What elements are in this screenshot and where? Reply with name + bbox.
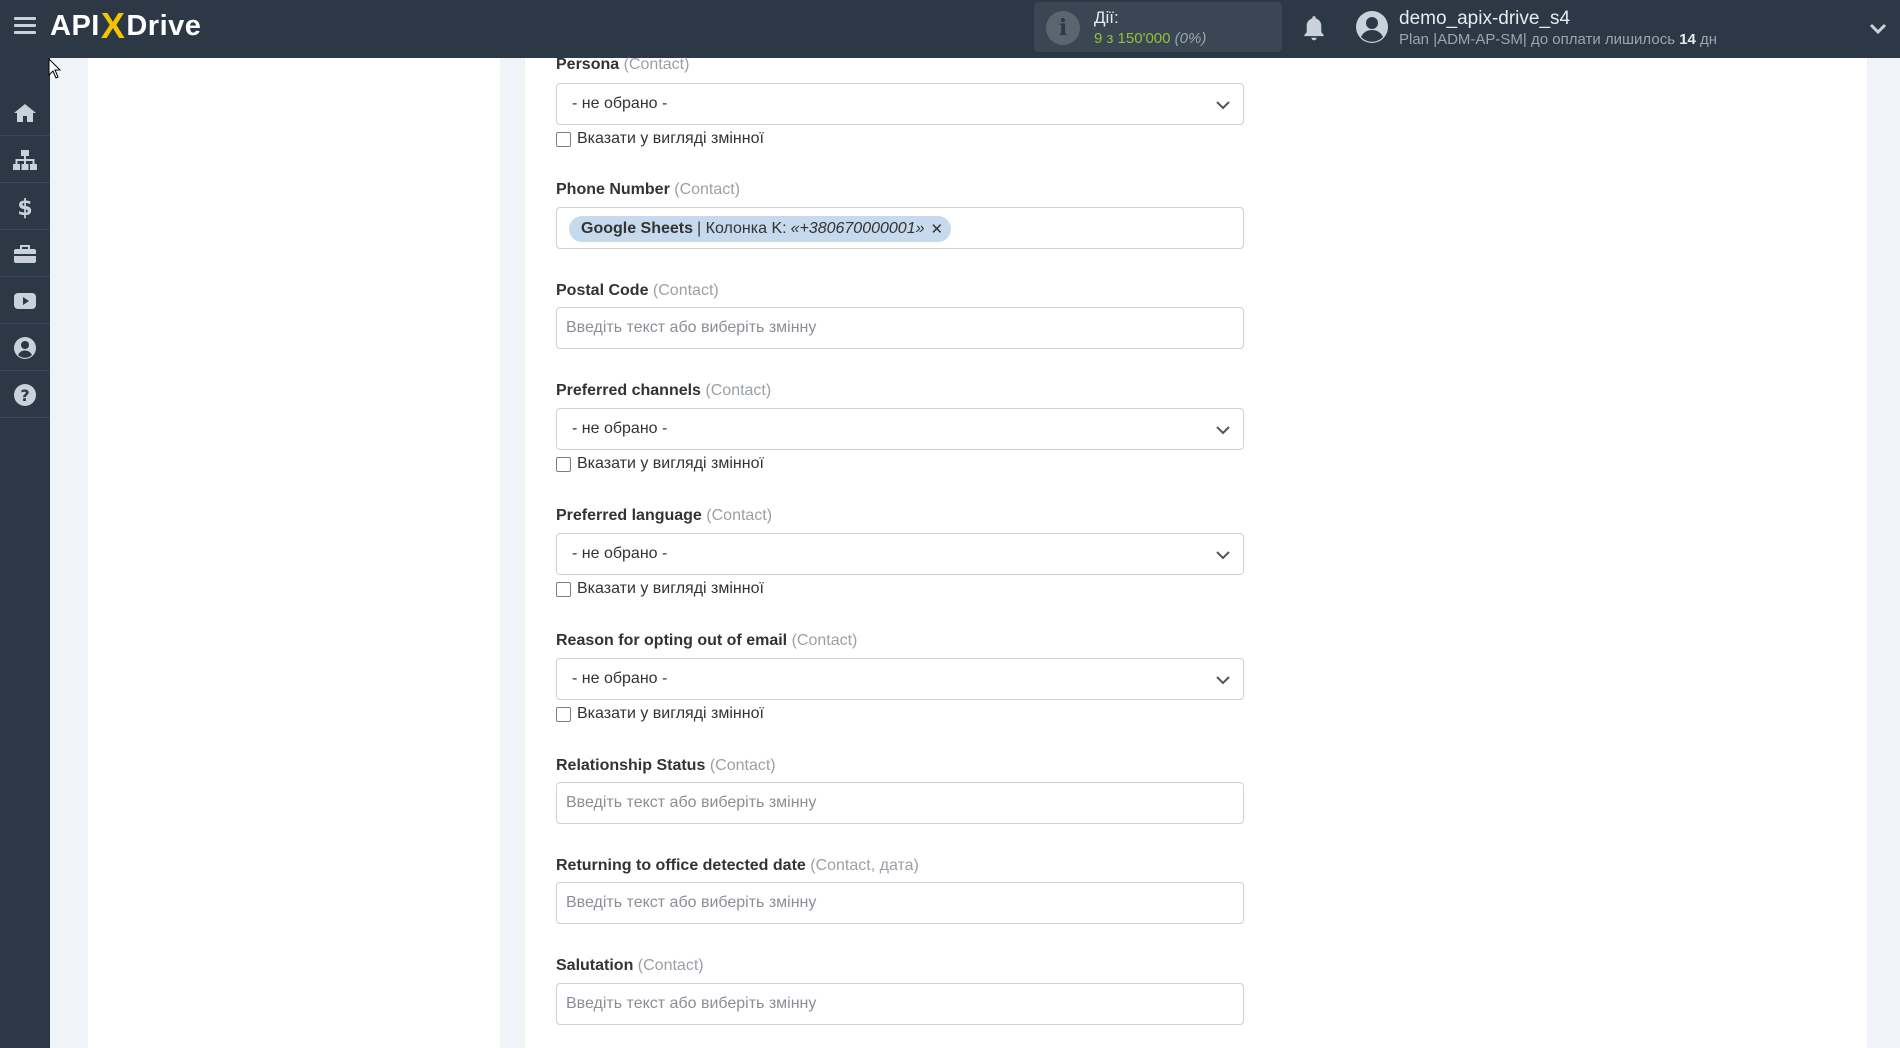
sidebar-item-profile[interactable] xyxy=(0,325,50,371)
sidebar-item-video[interactable] xyxy=(0,278,50,324)
sidebar-item-help[interactable]: ? xyxy=(0,372,50,418)
pref-channels-label: Preferred channels (Contact) xyxy=(556,382,772,399)
actions-count: 9 з 150'000 (0%) xyxy=(1094,30,1207,47)
sidebar: $ ? xyxy=(0,58,50,1048)
sidebar-item-projects[interactable] xyxy=(0,231,50,277)
pref-language-variable-checkbox[interactable]: Вказати у вигляді змінної xyxy=(556,579,764,599)
sidebar-item-home[interactable] xyxy=(0,90,50,136)
home-icon xyxy=(14,103,36,122)
persona-variable-checkbox[interactable]: Вказати у вигляді змінної xyxy=(556,129,764,149)
top-bar: API X Drive i Дії: 9 з 150'000 (0%) demo_a… xyxy=(0,0,1900,58)
sidebar-item-billing[interactable]: $ xyxy=(0,184,50,230)
phone-label: Phone Number (Contact) xyxy=(556,181,741,198)
user-circle-icon xyxy=(14,336,36,359)
opt-out-reason-select[interactable]: - не обрано - xyxy=(556,658,1244,700)
bell-icon[interactable] xyxy=(1301,14,1327,42)
chevron-down-icon xyxy=(1216,676,1230,685)
svg-text:?: ? xyxy=(20,386,29,405)
plan-info: Plan |ADM-AP-SM| до оплати лишилось 14 д… xyxy=(1399,31,1718,48)
youtube-icon xyxy=(14,292,36,309)
menu-icon[interactable] xyxy=(14,17,36,35)
briefcase-icon xyxy=(14,244,36,263)
variable-tag: Google Sheets | Колонка K: «+380670000001»… xyxy=(569,216,952,242)
remove-tag-icon[interactable]: ✕ xyxy=(930,220,943,238)
persona-select[interactable]: - не обрано - xyxy=(556,83,1244,125)
opt-out-reason-variable-checkbox[interactable]: Вказати у вигляді змінної xyxy=(556,704,764,724)
relationship-label: Relationship Status (Contact) xyxy=(556,757,776,774)
salutation-label: Salutation (Contact) xyxy=(556,957,704,974)
dollar-icon: $ xyxy=(17,196,32,219)
info-icon: i xyxy=(1046,11,1080,45)
sidebar-item-connections[interactable] xyxy=(0,137,50,183)
actions-title: Дії: xyxy=(1094,8,1119,27)
svg-text:$: $ xyxy=(17,196,32,219)
chevron-down-icon xyxy=(1216,101,1230,110)
pref-language-label: Preferred language (Contact) xyxy=(556,507,773,524)
pref-channels-variable-checkbox[interactable]: Вказати у вигляді змінної xyxy=(556,454,764,474)
postal-label: Postal Code (Contact) xyxy=(556,282,719,299)
postal-input[interactable]: Введіть текст або виберіть змінну xyxy=(556,307,1244,349)
returning-office-input[interactable]: Введіть текст або виберіть змінну xyxy=(556,882,1244,924)
chevron-down-icon xyxy=(1216,426,1230,435)
sitemap-icon xyxy=(13,149,37,170)
opt-out-reason-label: Reason for opting out of email (Contact) xyxy=(556,632,858,649)
persona-label: Persona (Contact) xyxy=(556,56,690,73)
phone-input[interactable]: Google Sheets | Колонка K: «+380670000001»… xyxy=(556,207,1244,249)
avatar[interactable] xyxy=(1355,10,1389,44)
relationship-input[interactable]: Введіть текст або виберіть змінну xyxy=(556,782,1244,824)
help-icon: ? xyxy=(14,383,36,406)
user-name[interactable]: demo_apix-drive_s4 xyxy=(1399,8,1570,30)
pref-language-select[interactable]: - не обрано - xyxy=(556,533,1244,575)
chevron-down-icon[interactable] xyxy=(1868,18,1888,38)
chevron-down-icon xyxy=(1216,551,1230,560)
pref-channels-select[interactable]: - не обрано - xyxy=(556,408,1244,450)
returning-office-label: Returning to office detected date (Conta… xyxy=(556,857,919,874)
apix-drive-logo[interactable]: API X Drive xyxy=(50,5,201,46)
left-panel xyxy=(88,58,500,1048)
salutation-input[interactable]: Введіть текст або виберіть змінну xyxy=(556,983,1244,1025)
actions-counter[interactable]: i Дії: 9 з 150'000 (0%) xyxy=(1034,2,1282,52)
mouse-cursor-icon xyxy=(48,58,62,79)
